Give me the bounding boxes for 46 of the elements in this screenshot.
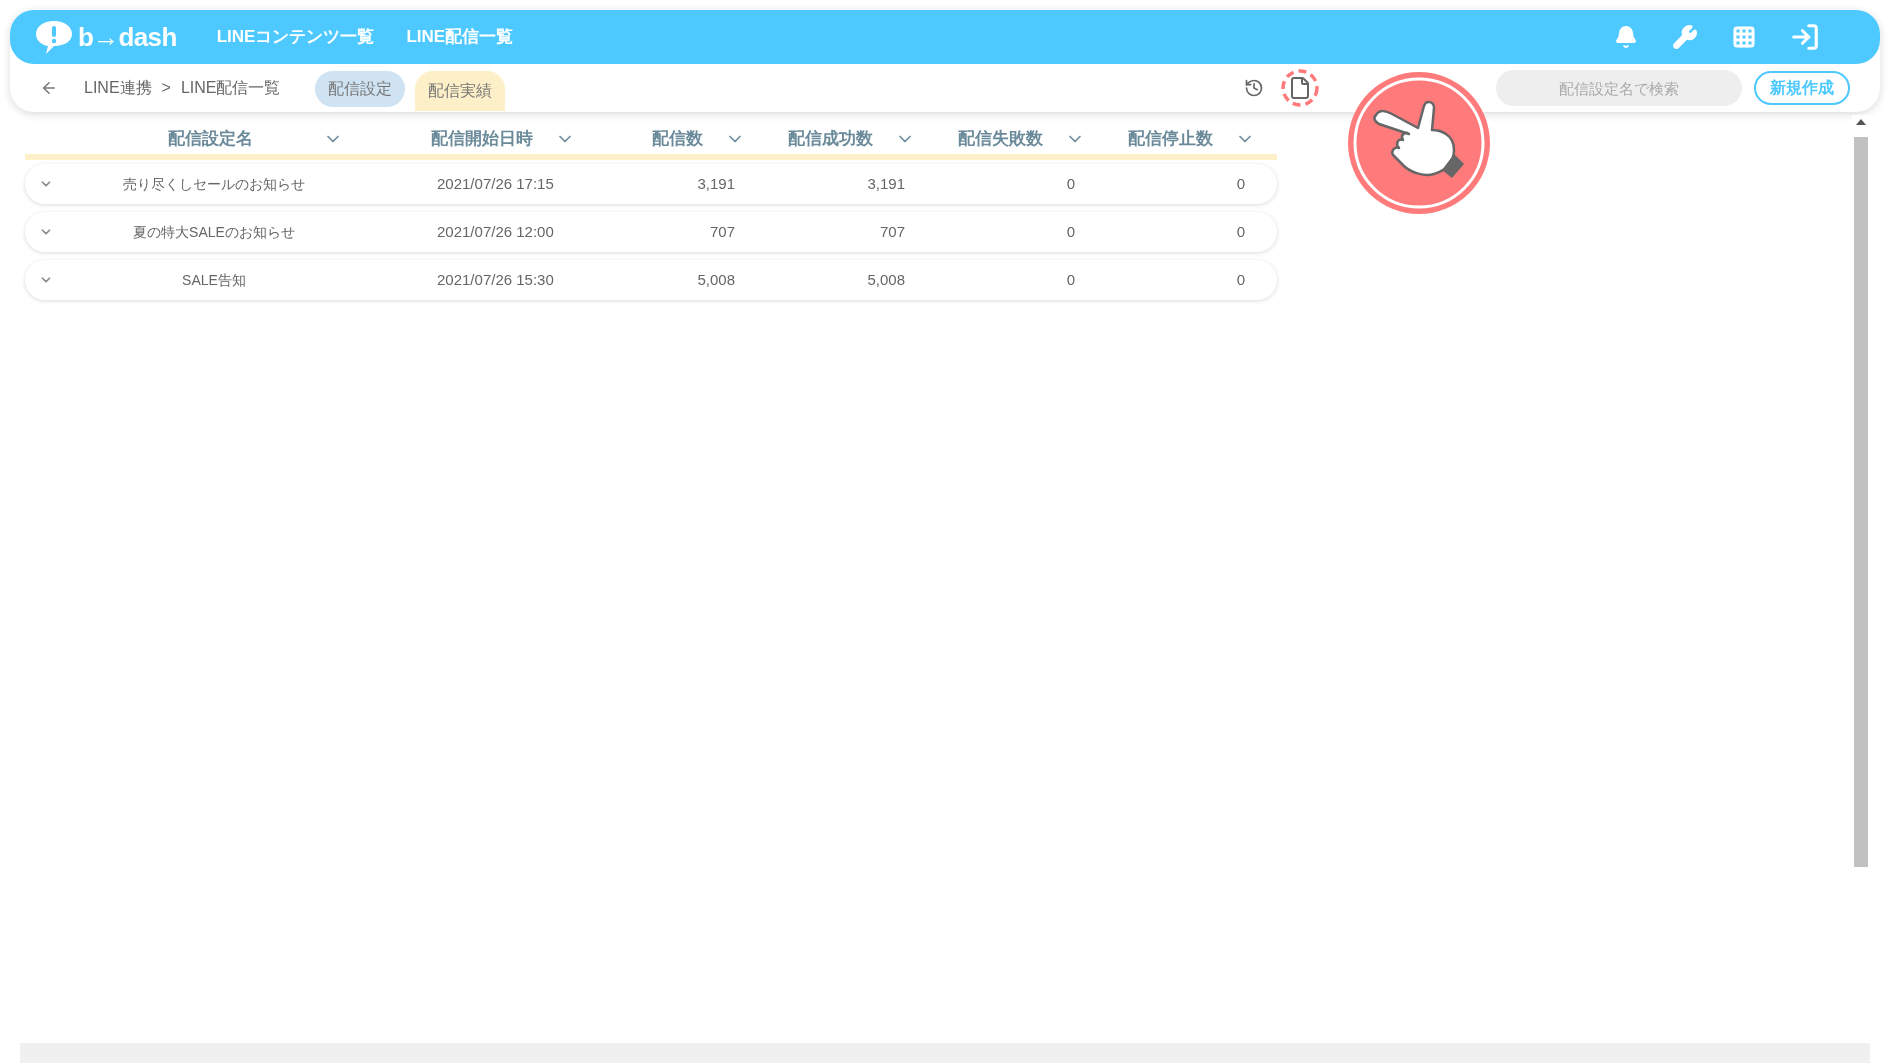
table-row[interactable]: 売り尽くしセールのお知らせ 2021/07/26 17:15 3,191 3,191 0 0 [25,164,1277,204]
table-cell-text: 0 [1066,269,1075,290]
breadcrumb-item[interactable]: LINE連携 [84,76,152,100]
table-cell-text: 707 [879,221,905,242]
document-icon[interactable] [1288,76,1312,100]
table-cell-text: 0 [1236,173,1245,194]
table-cell-text: 5,008 [867,269,905,290]
table-cell-text: 5,008 [697,269,735,290]
speech-bubble-icon [34,19,74,55]
table-cell-text: 0 [1066,221,1075,242]
table-cell-text: 0 [1236,221,1245,242]
table-cell-text: 夏の特大SALEのお知らせ [132,222,296,242]
back-icon[interactable] [40,79,58,97]
history-icon[interactable] [1244,78,1264,98]
column-header[interactable]: 配信数 [652,126,703,152]
table-cell: 2021/07/26 12:00 [437,222,554,240]
table-cell-text: 3,191 [697,173,735,194]
table-cell-text: 売り尽くしセールのお知らせ [122,174,306,194]
column-header[interactable]: 配信設定名 [167,126,253,152]
table-cell-text: 707 [709,221,735,242]
highlight-circle [1280,68,1320,108]
wrench-icon[interactable] [1672,24,1698,50]
grid-icon[interactable] [1732,25,1756,49]
breadcrumb-item: LINE配信一覧 [180,78,281,98]
column-header[interactable]: 配信成功数 [788,126,873,152]
table-row[interactable]: SALE告知 2021/07/26 15:30 5,008 5,008 0 0 [25,260,1277,300]
column-header[interactable]: 配信停止数 [1128,126,1213,152]
table-cell: 2021/07/26 17:15 [437,174,554,192]
new-button[interactable]: 新規作成 [1754,71,1850,105]
search-field[interactable]: 配信設定名で検索 [1496,70,1742,106]
nav-link[interactable]: LINEコンテンツ一覧 [216,24,375,50]
tab[interactable]: 配信設定 [314,71,405,107]
breadcrumb-item: > [161,78,171,98]
column-header[interactable]: 配信開始日時 [431,126,533,152]
column-header[interactable]: 配信失敗数 [958,126,1043,152]
logo-text: b→dash [78,20,177,54]
table-row[interactable]: 夏の特大SALEのお知らせ 2021/07/26 12:00 707 707 0 0 [25,212,1277,252]
login-icon[interactable] [1790,22,1820,52]
notification-icon[interactable] [1614,25,1638,49]
nav-link[interactable]: LINE配信一覧 [406,24,514,50]
table-cell-text: 3,191 [867,173,905,194]
tab[interactable]: 配信実績 [414,71,505,111]
table-cell-text: 0 [1236,269,1245,290]
table-cell-text: SALE告知 [181,270,247,290]
table-cell-text: 0 [1066,173,1075,194]
table-cell: 2021/07/26 15:30 [437,270,554,288]
